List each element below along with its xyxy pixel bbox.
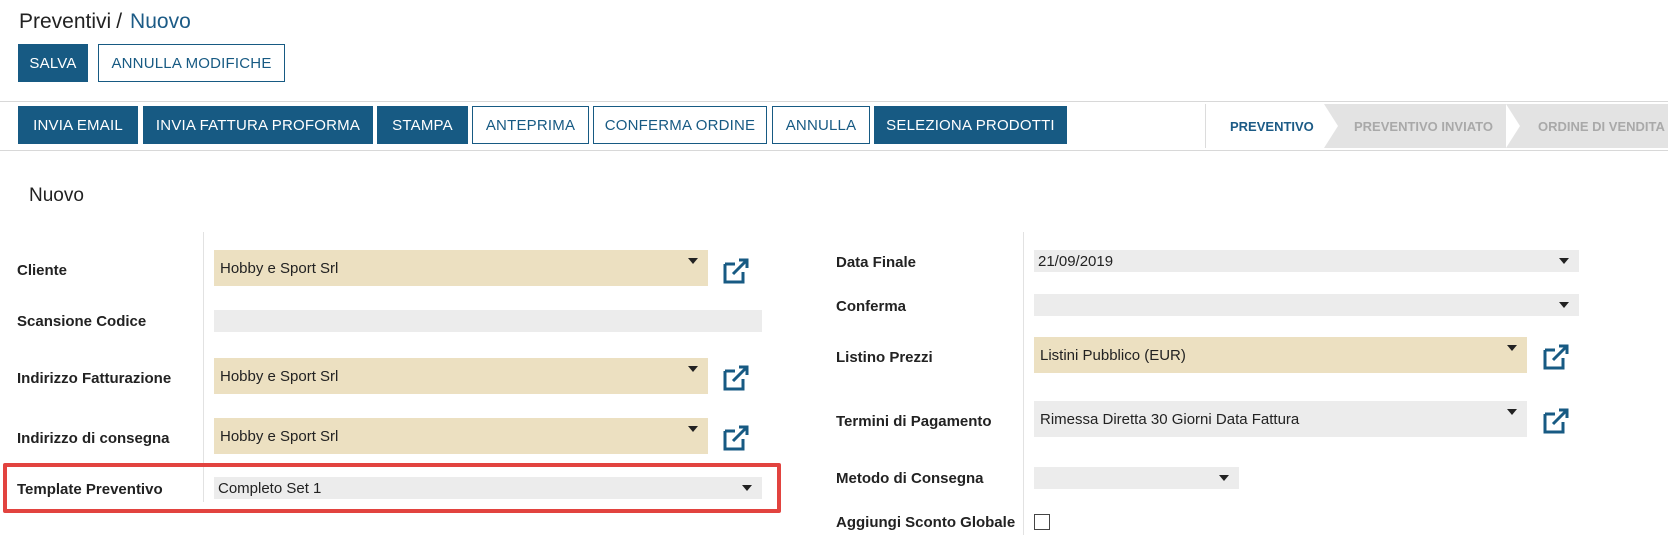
cliente-value: Hobby e Sport Srl (220, 259, 339, 277)
breadcrumb: Preventivi / Nuovo (19, 9, 191, 35)
metodo-consegna-label: Metodo di Consegna (836, 470, 984, 487)
termini-pagamento-value: Rimessa Diretta 30 Giorni Data Fattura (1040, 410, 1300, 428)
template-preventivo-highlight (3, 463, 781, 513)
conferma-label: Conferma (836, 298, 907, 315)
external-link-icon[interactable] (721, 363, 751, 393)
cliente-field[interactable]: Hobby e Sport Srl (214, 250, 708, 286)
chevron-down-icon[interactable] (1507, 345, 1517, 351)
chevron-down-icon[interactable] (1507, 409, 1517, 415)
right-column-divider (1023, 232, 1024, 535)
confirm-order-button[interactable]: CONFERMA ORDINE (593, 106, 767, 144)
indirizzo-consegna-value: Hobby e Sport Srl (220, 427, 339, 445)
print-button[interactable]: STAMPA (377, 106, 468, 144)
scansione-codice-input[interactable] (214, 310, 762, 332)
save-button[interactable]: SALVA (18, 44, 88, 82)
termini-pagamento-field[interactable]: Rimessa Diretta 30 Giorni Data Fattura (1034, 401, 1527, 437)
toolbar-divider-bottom (0, 150, 1668, 151)
discard-changes-button[interactable]: ANNULLA MODIFICHE (98, 44, 285, 82)
external-link-icon[interactable] (1541, 342, 1571, 372)
chevron-down-icon[interactable] (688, 366, 698, 372)
preview-button[interactable]: ANTEPRIMA (472, 106, 589, 144)
listino-prezzi-label: Listino Prezzi (836, 349, 933, 366)
listino-prezzi-value: Listini Pubblico (EUR) (1040, 346, 1186, 364)
stage-ordine-vendita[interactable]: ORDINE DI VENDITA (1506, 104, 1668, 148)
breadcrumb-separator: / (116, 10, 123, 33)
send-email-button[interactable]: INVIA EMAIL (18, 106, 138, 144)
listino-prezzi-field[interactable]: Listini Pubblico (EUR) (1034, 337, 1527, 373)
breadcrumb-current: Nuovo (130, 10, 191, 33)
scansione-codice-label: Scansione Codice (17, 313, 147, 330)
external-link-icon[interactable] (721, 423, 751, 453)
cancel-button[interactable]: ANNULLA (772, 106, 870, 144)
chevron-down-icon[interactable] (688, 426, 698, 432)
indirizzo-fatturazione-field[interactable]: Hobby e Sport Srl (214, 358, 708, 394)
toolbar-divider-top (0, 101, 1668, 102)
indirizzo-fatturazione-value: Hobby e Sport Srl (220, 367, 339, 385)
select-products-button[interactable]: SELEZIONA PRODOTTI (874, 106, 1067, 144)
left-column-divider (203, 232, 204, 502)
data-finale-value: 21/09/2019 (1038, 252, 1114, 270)
indirizzo-consegna-label: Indirizzo di consegna (17, 430, 170, 447)
external-link-icon[interactable] (1541, 406, 1571, 436)
termini-pagamento-label: Termini di Pagamento (836, 413, 992, 430)
conferma-select[interactable] (1034, 294, 1579, 316)
status-bar: PREVENTIVO PREVENTIVO INVIATO ORDINE DI … (1205, 104, 1668, 148)
chevron-down-icon[interactable] (688, 258, 698, 264)
send-proforma-button[interactable]: INVIA FATTURA PROFORMA (143, 106, 373, 144)
indirizzo-fatturazione-label: Indirizzo Fatturazione (17, 370, 172, 387)
metodo-consegna-select[interactable] (1034, 467, 1239, 489)
cliente-label: Cliente (17, 262, 68, 279)
form-title: Nuovo (29, 185, 84, 206)
data-finale-select[interactable]: 21/09/2019 (1034, 250, 1579, 272)
stage-preventivo[interactable]: PREVENTIVO (1206, 104, 1324, 148)
stage-preventivo-inviato[interactable]: PREVENTIVO INVIATO (1324, 104, 1506, 148)
data-finale-label: Data Finale (836, 254, 917, 271)
sconto-globale-checkbox[interactable] (1034, 514, 1050, 530)
stage-chevron (1506, 104, 1520, 148)
stage-chevron (1324, 104, 1338, 148)
sconto-globale-label: Aggiungi Sconto Globale (836, 514, 1016, 531)
breadcrumb-root[interactable]: Preventivi (19, 10, 111, 33)
indirizzo-consegna-field[interactable]: Hobby e Sport Srl (214, 418, 708, 454)
chevron-down-icon[interactable] (1559, 258, 1569, 264)
external-link-icon[interactable] (721, 256, 751, 286)
chevron-down-icon[interactable] (1219, 475, 1229, 481)
chevron-down-icon[interactable] (1559, 302, 1569, 308)
